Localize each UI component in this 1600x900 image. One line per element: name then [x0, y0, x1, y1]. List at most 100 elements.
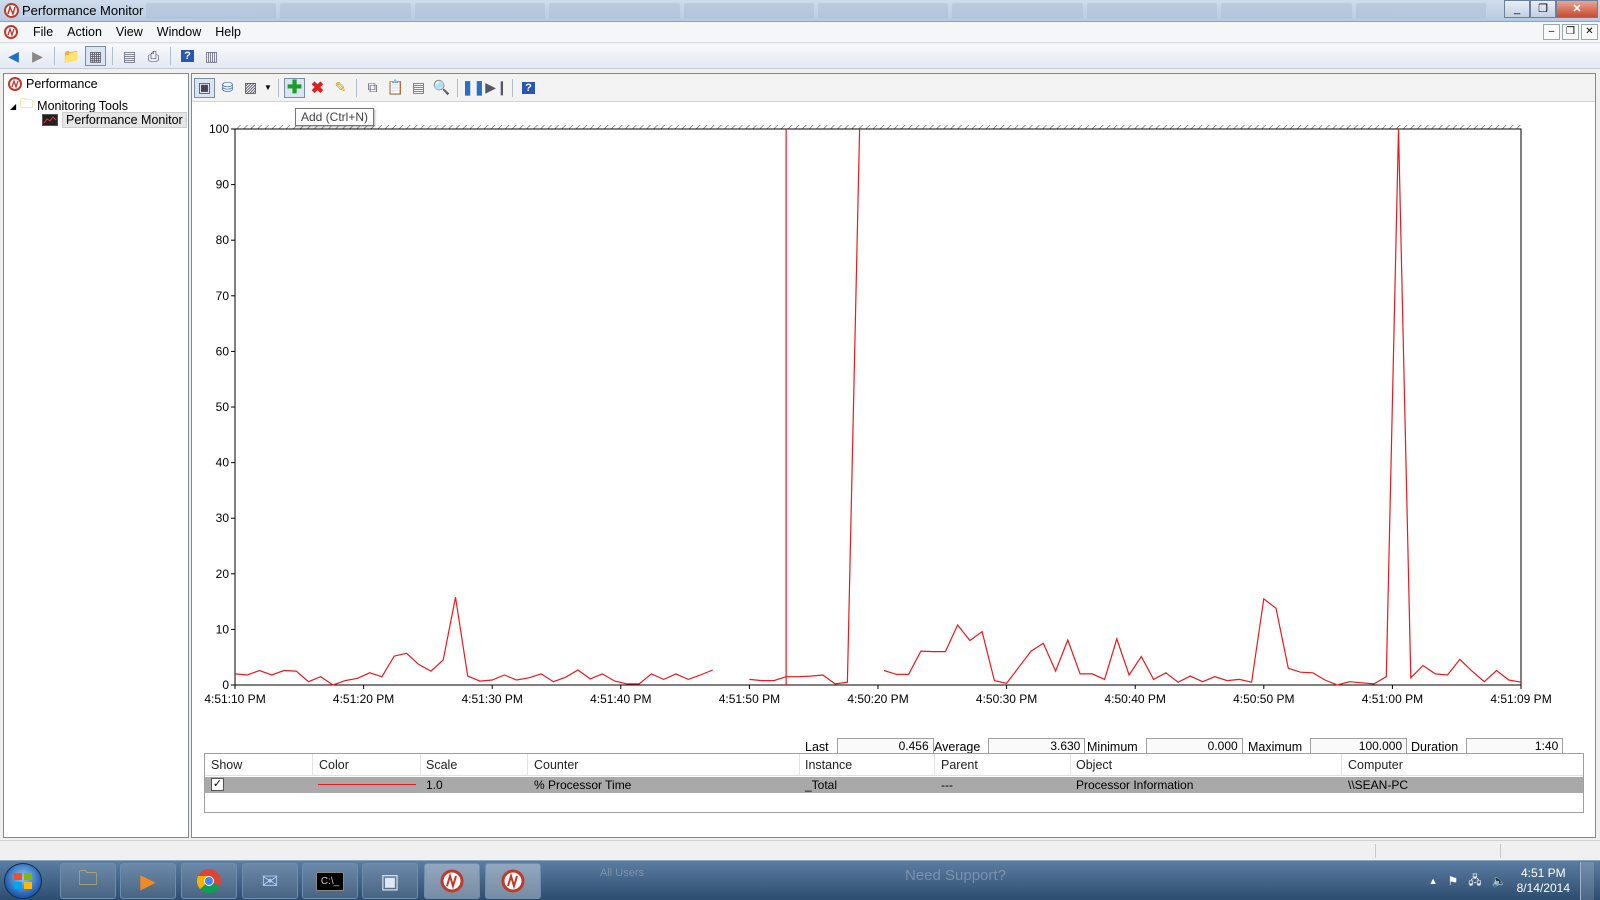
folder-icon: 🗀 [20, 96, 34, 111]
clock[interactable]: 4:51 PM 8/14/2014 [1517, 866, 1570, 896]
desktop-ghost-banner: Need Support? [905, 867, 1006, 884]
y-tick-label: 60 [216, 344, 230, 358]
menu-action[interactable]: Action [60, 25, 109, 39]
minimize-button[interactable]: _ [1504, 0, 1530, 18]
close-button[interactable]: ✕ [1556, 0, 1598, 18]
collapse-triangle-icon[interactable]: ◢ [10, 102, 16, 111]
window-stop-icon: ▣ [380, 870, 400, 893]
tree-item-performance-monitor[interactable]: Performance Monitor [42, 112, 187, 128]
windows-logo-icon [14, 873, 32, 889]
y-tick-label: 80 [216, 233, 230, 247]
stat-maximum-label: Maximum [1248, 739, 1303, 754]
col-object[interactable]: Object [1076, 758, 1112, 772]
window-title: Performance Monitor [22, 3, 144, 18]
taskbar-thunderbird[interactable]: ✉ [242, 863, 298, 899]
y-tick-label: 20 [216, 567, 230, 581]
y-tick-label: 10 [216, 622, 230, 636]
taskbar-cmd[interactable]: C:\_ [302, 863, 358, 899]
back-arrow-icon[interactable]: ◀ [3, 46, 24, 66]
child-window-icon[interactable] [4, 25, 18, 42]
perfmon-icon [501, 869, 525, 893]
y-tick-label: 0 [222, 678, 229, 692]
menu-file[interactable]: File [26, 25, 60, 39]
terminal-icon: C:\_ [315, 871, 345, 891]
stat-duration-label: Duration [1411, 739, 1459, 754]
help-icon[interactable]: ? [177, 46, 198, 66]
perfmon-icon [440, 869, 464, 893]
stat-average-label: Average [934, 739, 981, 754]
col-show[interactable]: Show [211, 758, 242, 772]
col-counter[interactable]: Counter [534, 758, 578, 772]
print-icon[interactable]: ⎙ [143, 46, 164, 66]
clock-time: 4:51 PM [1520, 866, 1566, 880]
performance-monitor-pane: ▣ ⛁ ▨ ▼ ✚ ✖ ✎ ⧉ 📋 ▤ 🔍 ❚❚ ▶❙ ? 0 10 20 30 40 5… [191, 73, 1596, 838]
play-icon: ▶ [140, 870, 156, 893]
desktop-ghost-text: All Users [600, 867, 645, 879]
line-chart: 0 10 20 30 40 50 60 70 80 90 100 4:51:10 PM 4:51:20 … [204, 122, 1551, 706]
taskbar-media-player[interactable]: ▶ [120, 863, 176, 899]
restore-button[interactable]: ❐ [1530, 0, 1556, 18]
y-tick-label: 30 [216, 511, 230, 525]
system-tray: ▲ ⚑ 🖧 🔈 4:51 PM 8/14/2014 [1429, 861, 1600, 900]
col-scale[interactable]: Scale [426, 758, 457, 772]
network-icon[interactable]: 🖧 [1468, 871, 1481, 892]
export-list-icon[interactable]: ▤ [119, 46, 140, 66]
taskbar-resource-monitor[interactable]: ▣ [362, 863, 418, 899]
y-tick-label: 50 [216, 400, 230, 414]
x-tick-label: 4:51:30 PM [462, 692, 523, 706]
perfmon-app-icon [4, 3, 19, 21]
show-checkbox[interactable]: ✓ [211, 778, 224, 791]
chrome-icon [196, 869, 221, 894]
taskbar-chrome[interactable] [181, 863, 237, 899]
y-tick-label: 70 [216, 289, 230, 303]
x-tick-label: 4:51:09 PM [1490, 692, 1551, 706]
child-restore-button[interactable]: ❐ [1562, 24, 1579, 40]
child-minimize-button[interactable]: – [1543, 24, 1560, 40]
cell-counter: % Processor Time [534, 778, 632, 792]
cell-scale: 1.0 [426, 778, 443, 792]
x-tick-label: 4:50:50 PM [1233, 692, 1294, 706]
monitor-chart-icon [42, 114, 58, 126]
title-bar: Performance Monitor _ ❐ ✕ [0, 0, 1600, 22]
menu-help[interactable]: Help [208, 25, 248, 39]
forward-arrow-icon[interactable]: ▶ [27, 46, 48, 66]
taskbar-perfmon-1[interactable] [424, 863, 480, 899]
col-color[interactable]: Color [319, 758, 349, 772]
tree-item-performance[interactable]: Performance [8, 77, 98, 91]
action-pane-icon[interactable]: ▥ [201, 46, 222, 66]
perfmon-icon [8, 77, 22, 91]
y-tick-label: 40 [216, 456, 230, 470]
show-hide-tree-icon[interactable]: ▦ [85, 46, 106, 66]
navigation-tree: Performance ◢ 🗀 Monitoring Tools Perform… [3, 73, 189, 838]
x-tick-label: 4:50:40 PM [1105, 692, 1166, 706]
folder-icon: 🗀 [78, 868, 98, 890]
child-close-button[interactable]: ✕ [1581, 24, 1598, 40]
legend-header: Show Color Scale Counter Instance Parent… [205, 754, 1583, 776]
main-toolbar: ◀ ▶ 📁 ▦ ▤ ⎙ ? ▥ [0, 44, 1600, 69]
mail-bird-icon: ✉ [261, 870, 279, 893]
up-folder-icon[interactable]: 📁 [61, 46, 82, 66]
plot-area [234, 128, 1522, 686]
cell-object: Processor Information [1076, 778, 1194, 792]
y-tick-label: 100 [209, 122, 229, 136]
stat-minimum-label: Minimum [1087, 739, 1138, 754]
x-tick-label: 4:51:20 PM [333, 692, 394, 706]
clock-date: 8/14/2014 [1516, 881, 1570, 895]
table-row[interactable]: ✓ 1.0 % Processor Time _Total --- Proces… [205, 777, 1583, 793]
x-tick-label: 4:50:30 PM [976, 692, 1037, 706]
col-parent[interactable]: Parent [941, 758, 978, 772]
taskbar: 🗀 ▶ ✉ C:\_ ▣ All Users Need Support? ▲ ⚑… [0, 860, 1600, 900]
start-button[interactable] [4, 863, 42, 899]
background-tabs [146, 3, 1487, 19]
menu-window[interactable]: Window [150, 25, 208, 39]
show-hidden-icons-icon[interactable]: ▲ [1429, 876, 1438, 886]
menu-view[interactable]: View [109, 25, 150, 39]
taskbar-explorer[interactable]: 🗀 [60, 863, 116, 899]
volume-icon[interactable]: 🔈 [1492, 874, 1507, 888]
cell-parent: --- [941, 778, 953, 792]
taskbar-perfmon-2[interactable] [485, 863, 541, 899]
show-desktop-button[interactable] [1580, 862, 1594, 900]
flag-icon[interactable]: ⚑ [1448, 874, 1459, 888]
col-instance[interactable]: Instance [805, 758, 852, 772]
col-computer[interactable]: Computer [1348, 758, 1403, 772]
